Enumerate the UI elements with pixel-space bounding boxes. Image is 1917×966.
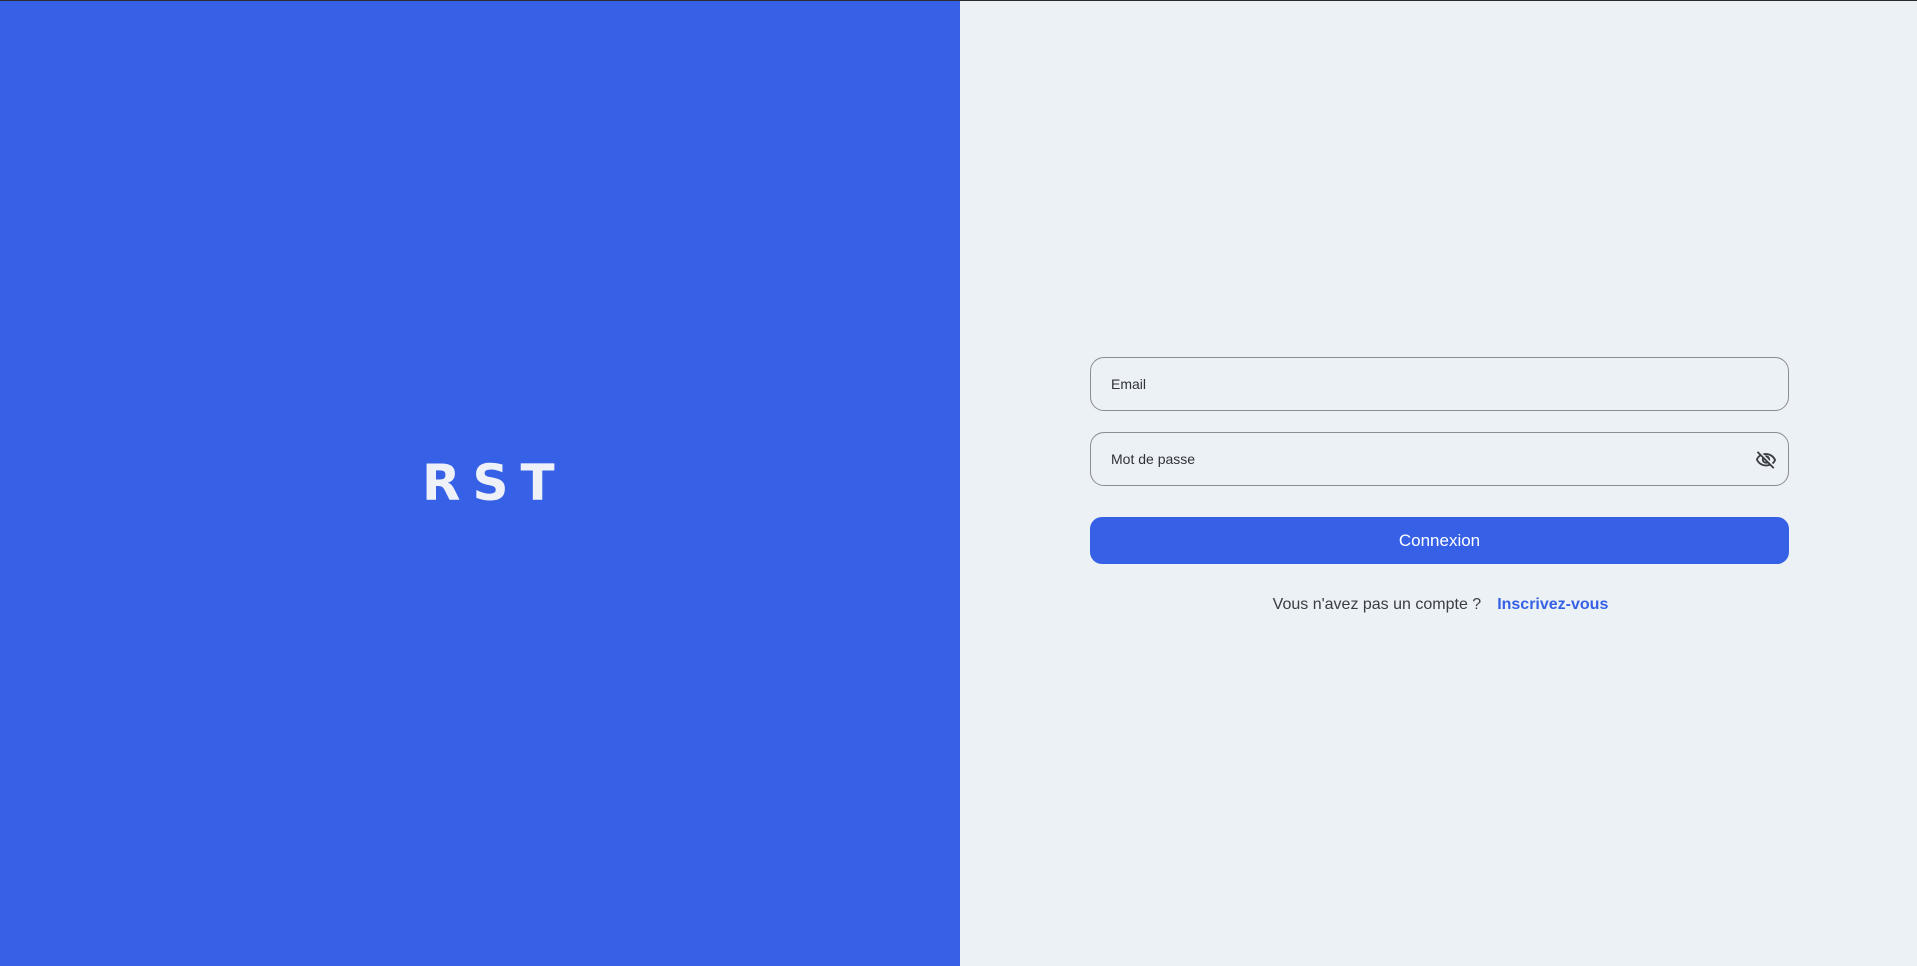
email-field[interactable]: [1091, 358, 1788, 410]
password-field-wrapper: [1090, 432, 1789, 486]
email-field-wrapper: [1090, 357, 1789, 411]
password-field[interactable]: [1091, 433, 1788, 485]
logo: RST: [422, 454, 567, 512]
brand-panel: RST: [0, 1, 960, 966]
connexion-button[interactable]: Connexion: [1090, 517, 1789, 564]
signup-link[interactable]: Inscrivez-vous: [1497, 594, 1608, 616]
login-page: RST Connexion Vous n'avez pas un compte …: [0, 0, 1917, 966]
signup-row: Vous n'avez pas un compte ? Inscrivez-vo…: [964, 594, 1917, 616]
eye-off-icon[interactable]: [1752, 446, 1780, 474]
login-form-panel: Connexion Vous n'avez pas un compte ? In…: [960, 1, 1917, 966]
signup-prompt: Vous n'avez pas un compte ?: [1272, 596, 1482, 613]
